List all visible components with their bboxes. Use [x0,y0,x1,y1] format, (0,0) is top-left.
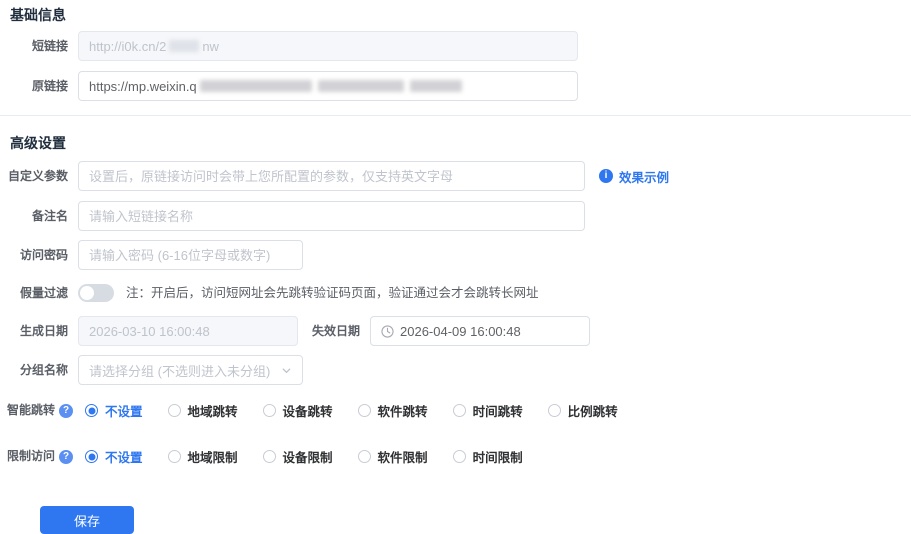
short-link-input: http://i0k.cn/2 nw [78,31,578,61]
radio-option[interactable]: 地域限制 [167,447,238,466]
radio-option-label: 软件跳转 [377,405,428,419]
radio-option-label: 比例跳转 [567,405,618,419]
clock-icon [381,324,394,338]
radio-circle-icon [452,450,466,463]
radio-option-label: 时间跳转 [472,405,523,419]
radio-circle-icon [167,450,181,463]
radio-option[interactable]: 不设置 [85,447,143,466]
remark-name-row: 备注名 [0,201,911,231]
access-password-label: 访问密码 [19,248,68,262]
short-link-value-prefix: http://i0k.cn/2 [89,38,167,54]
remark-name-label: 备注名 [31,209,68,223]
expire-date-value: 2026-04-09 16:00:48 [400,323,521,339]
smart-jump-label: 智能跳转 [6,403,55,417]
original-link-input[interactable]: https://mp.weixin.q [78,71,578,101]
radio-option[interactable]: 时间限制 [452,447,523,466]
restrict-access-radio-group: 不设置 地域限制 设备限制 软件限制 时间限制 [85,447,548,466]
advanced-settings-section-title: 高级设置 [10,135,66,151]
radio-circle-icon [547,404,561,417]
radio-circle-icon [85,404,98,417]
info-icon: i [599,169,613,183]
save-button[interactable]: 保存 [40,506,134,534]
fake-traffic-filter-label: 假量过滤 [19,286,68,300]
radio-option-label: 不设置 [105,451,143,465]
radio-circle-icon [357,450,371,463]
radio-option[interactable]: 比例跳转 [547,401,618,420]
short-link-row: 短链接 http://i0k.cn/2 nw [0,31,911,61]
redacted-text [409,80,462,92]
chevron-down-icon [281,365,292,376]
group-name-select[interactable]: 请选择分组 (不选则进入未分组) [78,355,303,385]
radio-option-label: 设备跳转 [282,405,333,419]
create-date-label: 生成日期 [19,324,68,338]
redacted-text [169,40,200,52]
radio-option-label: 地域限制 [187,451,238,465]
radio-option[interactable]: 软件跳转 [357,401,428,420]
access-password-input[interactable] [78,240,303,270]
dates-row: 生成日期 2026-03-10 16:00:48 失效日期 2026-04-09… [0,316,911,346]
group-name-label: 分组名称 [19,363,68,377]
group-name-row: 分组名称 请选择分组 (不选则进入未分组) [0,355,911,385]
restrict-access-label: 限制访问 [6,449,55,463]
smart-jump-row: 智能跳转 ? 不设置 地域跳转 设备跳转 软件跳转 时间跳转 比例跳转 [0,401,911,420]
custom-param-label: 自定义参数 [7,169,68,183]
radio-option[interactable]: 时间跳转 [452,401,523,420]
fake-traffic-filter-note: 注：开启后，访问短网址会先跳转验证码页面，验证通过会才会跳转长网址 [126,286,539,300]
custom-param-row: 自定义参数 i 效果示例 [0,161,911,191]
smart-jump-radio-group: 不设置 地域跳转 设备跳转 软件跳转 时间跳转 比例跳转 [85,401,643,420]
group-name-placeholder: 请选择分组 (不选则进入未分组) [89,363,271,379]
custom-param-input[interactable] [78,161,585,191]
basic-info-section-title: 基础信息 [10,7,66,23]
restrict-access-row: 限制访问 ? 不设置 地域限制 设备限制 软件限制 时间限制 [0,447,911,466]
short-link-label: 短链接 [31,39,68,53]
radio-circle-icon [167,404,181,417]
radio-option-label: 地域跳转 [187,405,238,419]
expire-date-input[interactable]: 2026-04-09 16:00:48 [370,316,591,346]
radio-circle-icon [262,450,276,463]
toggle-knob-icon [80,286,94,300]
fake-traffic-filter-row: 假量过滤 注：开启后，访问短网址会先跳转验证码页面，验证通过会才会跳转长网址 [0,283,911,303]
radio-option[interactable]: 地域跳转 [167,401,238,420]
radio-option-label: 时间限制 [472,451,523,465]
radio-circle-icon [357,404,371,417]
redacted-text [199,80,312,92]
radio-option[interactable]: 软件限制 [357,447,428,466]
create-date-value: 2026-03-10 16:00:48 [89,323,210,339]
help-icon[interactable]: ? [59,449,73,464]
radio-option-label: 不设置 [105,405,143,419]
original-link-row: 原链接 https://mp.weixin.q [0,71,911,101]
radio-option-label: 设备限制 [282,451,333,465]
remark-name-input[interactable] [78,201,585,231]
radio-circle-icon [85,450,98,463]
effect-example-link[interactable]: 效果示例 [619,167,669,186]
radio-option-label: 软件限制 [377,451,428,465]
create-date-input: 2026-03-10 16:00:48 [78,316,298,346]
section-divider [0,115,911,116]
expire-date-label: 失效日期 [312,324,361,338]
radio-option[interactable]: 设备限制 [262,447,333,466]
redacted-text [317,80,404,92]
radio-option[interactable]: 设备跳转 [262,401,333,420]
radio-option[interactable]: 不设置 [85,401,143,420]
access-password-row: 访问密码 [0,240,911,270]
original-link-label: 原链接 [31,79,68,93]
help-icon[interactable]: ? [59,403,73,418]
fake-traffic-filter-toggle[interactable] [78,284,114,302]
radio-circle-icon [452,404,466,417]
effect-example: i 效果示例 [599,161,669,191]
radio-circle-icon [262,404,276,417]
short-link-edit-form: 基础信息 短链接 http://i0k.cn/2 nw 原链接 https://m… [0,0,911,534]
original-link-value-prefix: https://mp.weixin.q [89,78,197,94]
short-link-value-suffix: nw [202,38,219,54]
